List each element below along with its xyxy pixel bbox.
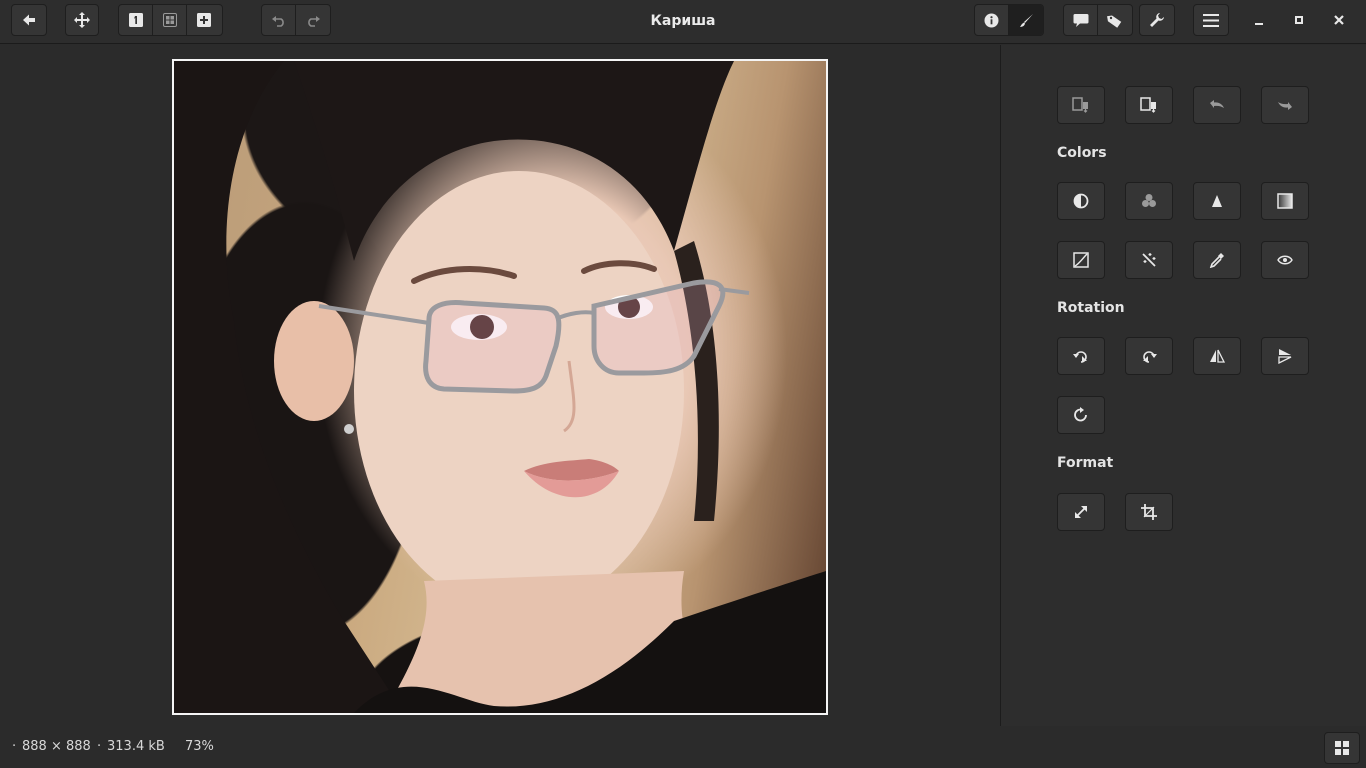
tools-button[interactable] (1139, 4, 1175, 36)
zoom-level[interactable]: 73% (185, 739, 214, 754)
rotate-icon (1074, 407, 1087, 422)
rotate-right-icon (1143, 351, 1157, 363)
color-balance-button[interactable] (1125, 182, 1173, 220)
maximize-button[interactable] (1285, 4, 1313, 36)
header-bar: Кариша (0, 0, 1366, 44)
triangle-icon (1212, 195, 1222, 207)
image-viewer[interactable] (0, 45, 1000, 726)
move-button[interactable] (65, 4, 99, 36)
resize-button[interactable] (1057, 493, 1105, 531)
flip-horizontal-button[interactable] (1193, 337, 1241, 375)
tag-icon (1107, 14, 1122, 28)
curves-button[interactable] (1057, 241, 1105, 279)
history-group (261, 4, 331, 36)
brush-icon (1019, 13, 1033, 27)
plus-icon (197, 13, 211, 27)
save-icon (1140, 97, 1156, 113)
color-circles-icon (1142, 194, 1156, 207)
curves-icon (1073, 252, 1089, 268)
eyedropper-icon (1209, 253, 1224, 268)
levels-button[interactable] (1193, 182, 1241, 220)
redo-icon (308, 16, 320, 27)
hamburger-menu-icon (1203, 13, 1219, 27)
eye-icon (1277, 255, 1293, 265)
flip-horizontal-icon (1210, 349, 1225, 363)
gradient-icon (1277, 193, 1293, 209)
edit-undo-button[interactable] (1193, 86, 1241, 124)
status-bullet: · (12, 739, 17, 754)
contrast-button[interactable] (1057, 182, 1105, 220)
crop-button[interactable] (1125, 493, 1173, 531)
rotation-section-title: Rotation (1057, 300, 1125, 316)
gradient-button[interactable] (1261, 182, 1309, 220)
colors-section-title: Colors (1057, 145, 1107, 161)
gallery-view-button[interactable] (153, 5, 187, 35)
photo-content (174, 61, 826, 713)
displayed-photo[interactable] (172, 59, 828, 715)
edit-panel: Colors Rotation Format (1001, 45, 1366, 726)
crop-icon (1141, 504, 1157, 520)
view-mode-group (118, 4, 223, 36)
rotate-left-button[interactable] (1057, 337, 1105, 375)
save-copy-icon (1072, 97, 1088, 113)
edit-redo-button[interactable] (1261, 86, 1309, 124)
rotate-free-button[interactable] (1057, 396, 1105, 434)
rotate-left-icon (1073, 351, 1087, 363)
edit-tab-button[interactable] (1009, 5, 1043, 35)
annotation-group (1063, 4, 1133, 36)
wrench-icon (1150, 13, 1164, 27)
redo-icon (1278, 102, 1292, 110)
maximize-icon (1295, 16, 1303, 24)
contrast-icon (1073, 193, 1089, 209)
info-tab-button[interactable] (975, 5, 1009, 35)
undo-icon (271, 16, 284, 27)
redo-button[interactable] (296, 5, 330, 35)
tags-button[interactable] (1098, 5, 1132, 35)
gallery-toggle-button[interactable] (1324, 732, 1360, 764)
arrow-left-icon (23, 14, 35, 26)
flip-vertical-icon (1278, 349, 1292, 364)
status-bar: · 888 × 888 · 313.4 kB 73% (0, 726, 1366, 768)
back-button[interactable] (11, 4, 47, 36)
image-dimensions: 888 × 888 (22, 739, 91, 754)
minimize-button[interactable] (1245, 4, 1273, 36)
rotate-right-button[interactable] (1125, 337, 1173, 375)
resize-icon (1075, 506, 1087, 518)
undo-button[interactable] (262, 5, 296, 35)
close-button[interactable] (1325, 4, 1353, 36)
info-icon (984, 13, 999, 27)
sidebar-mode-group (974, 4, 1044, 36)
red-eye-button[interactable] (1261, 241, 1309, 279)
status-bullet: · (97, 739, 102, 754)
single-view-button[interactable] (119, 5, 153, 35)
main-menu-button[interactable] (1193, 4, 1229, 36)
save-as-button[interactable] (1057, 86, 1105, 124)
color-picker-button[interactable] (1193, 241, 1241, 279)
single-view-icon (128, 13, 143, 27)
grid-icon (1335, 741, 1349, 755)
gallery-view-icon (162, 13, 177, 27)
speech-bubble-icon (1073, 13, 1088, 27)
minimize-icon (1255, 23, 1263, 25)
format-section-title: Format (1057, 455, 1114, 471)
flip-vertical-button[interactable] (1261, 337, 1309, 375)
comments-button[interactable] (1064, 5, 1098, 35)
auto-enhance-button[interactable] (1125, 241, 1173, 279)
close-icon (1334, 15, 1344, 25)
undo-icon (1210, 100, 1224, 108)
magic-wand-icon (1142, 253, 1156, 267)
save-button[interactable] (1125, 86, 1173, 124)
move-icon (74, 12, 90, 28)
file-size: 313.4 kB (107, 739, 165, 754)
add-button[interactable] (187, 5, 221, 35)
